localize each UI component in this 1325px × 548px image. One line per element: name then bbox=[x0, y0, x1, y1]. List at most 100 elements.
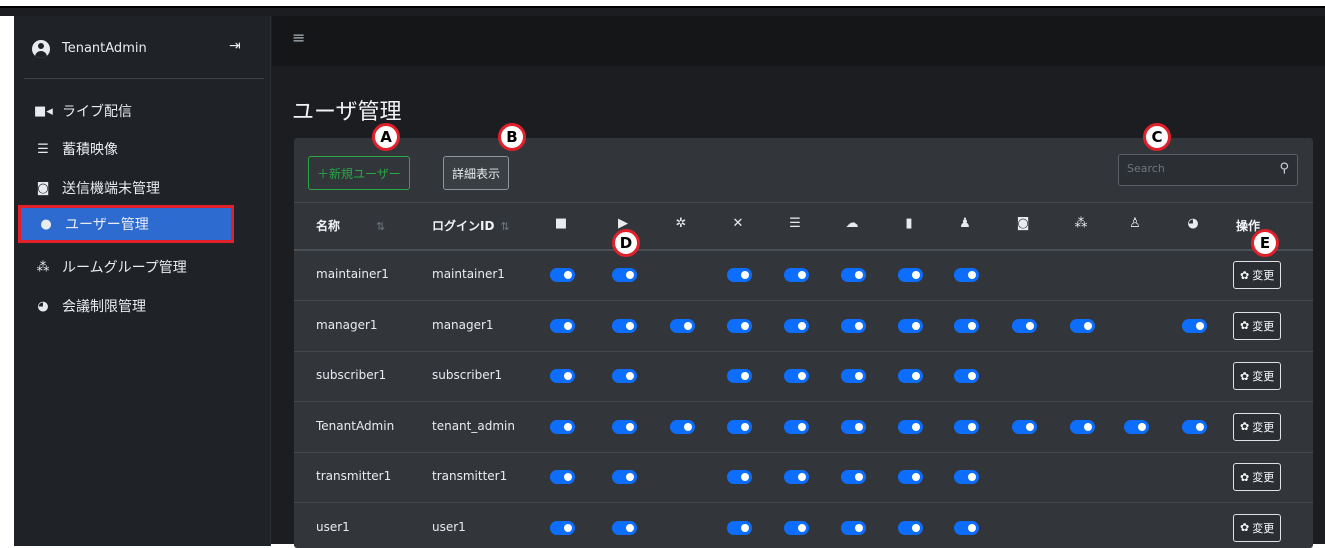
permission-toggle[interactable] bbox=[670, 420, 695, 434]
edit-button-label: 変更 bbox=[1252, 469, 1274, 485]
permission-toggle[interactable] bbox=[550, 470, 575, 484]
permission-toggle[interactable] bbox=[954, 470, 979, 484]
divider bbox=[24, 78, 264, 79]
login-id-cell: transmitter1 bbox=[432, 469, 507, 483]
permission-toggle[interactable] bbox=[1182, 319, 1207, 333]
annotation-marker: D bbox=[612, 229, 640, 257]
permission-toggle[interactable] bbox=[784, 268, 809, 282]
permission-toggle[interactable] bbox=[1124, 420, 1149, 434]
login-id-cell: user1 bbox=[432, 520, 466, 534]
permission-toggle[interactable] bbox=[954, 319, 979, 333]
user-bar: TenantAdmin ⇥ bbox=[14, 16, 271, 78]
permission-toggle[interactable] bbox=[898, 319, 923, 333]
permission-toggle[interactable] bbox=[898, 268, 923, 282]
permission-toggle[interactable] bbox=[954, 369, 979, 383]
permission-toggle[interactable] bbox=[841, 268, 866, 282]
permission-toggle[interactable] bbox=[612, 369, 637, 383]
permission-toggle[interactable] bbox=[727, 420, 752, 434]
permission-toggle[interactable] bbox=[612, 470, 637, 484]
permission-toggle[interactable] bbox=[612, 319, 637, 333]
permission-toggle[interactable] bbox=[841, 420, 866, 434]
permission-toggle[interactable] bbox=[841, 369, 866, 383]
detail-view-button[interactable]: 詳細表示 bbox=[443, 156, 509, 190]
permission-toggle[interactable] bbox=[727, 319, 752, 333]
page-title: ユーザ管理 bbox=[292, 94, 402, 126]
login-id-cell: manager1 bbox=[432, 318, 494, 332]
permission-toggle[interactable] bbox=[841, 521, 866, 535]
edit-button[interactable]: ✿変更 bbox=[1233, 413, 1281, 441]
edit-button-label: 変更 bbox=[1252, 318, 1274, 334]
table-row: user1user1✿変更 bbox=[294, 503, 1313, 548]
permission-toggle[interactable] bbox=[954, 420, 979, 434]
permission-toggle[interactable] bbox=[550, 420, 575, 434]
user-name-cell: maintainer1 bbox=[316, 267, 389, 281]
permission-toggle[interactable] bbox=[612, 521, 637, 535]
permission-toggle[interactable] bbox=[1070, 420, 1095, 434]
permission-toggle[interactable] bbox=[550, 268, 575, 282]
permission-toggle[interactable] bbox=[784, 470, 809, 484]
permission-toggle[interactable] bbox=[784, 319, 809, 333]
top-bar: ≡ bbox=[272, 16, 1325, 66]
permission-toggle[interactable] bbox=[841, 470, 866, 484]
permission-toggle[interactable] bbox=[898, 369, 923, 383]
sign-out-icon[interactable]: ⇥ bbox=[229, 38, 241, 54]
permission-toggle[interactable] bbox=[898, 521, 923, 535]
permission-toggle[interactable] bbox=[727, 268, 752, 282]
column-header-name[interactable]: 名称⇅ bbox=[316, 217, 385, 234]
edit-button[interactable]: ✿変更 bbox=[1233, 261, 1281, 289]
sidebar-item[interactable]: ⁂ルームグループ管理 bbox=[18, 248, 234, 286]
permission-toggle[interactable] bbox=[1012, 420, 1037, 434]
edit-button[interactable]: ✿変更 bbox=[1233, 514, 1281, 542]
permission-toggle[interactable] bbox=[612, 420, 637, 434]
permission-toggle[interactable] bbox=[612, 268, 637, 282]
permission-toggle[interactable] bbox=[670, 319, 695, 333]
permission-toggle[interactable] bbox=[1070, 319, 1095, 333]
permission-toggle[interactable] bbox=[784, 420, 809, 434]
permission-toggle[interactable] bbox=[727, 521, 752, 535]
permission-toggle[interactable] bbox=[550, 369, 575, 383]
permission-toggle[interactable] bbox=[784, 369, 809, 383]
comments-icon: ◕ bbox=[34, 299, 52, 314]
annotation-marker: E bbox=[1251, 229, 1279, 257]
edit-button[interactable]: ✿変更 bbox=[1233, 312, 1281, 340]
sidebar-item[interactable]: ☰蓄積映像 bbox=[18, 130, 234, 168]
sidebar-item[interactable]: ■◂ライブ配信 bbox=[18, 92, 234, 130]
annotation-marker: A bbox=[372, 123, 400, 151]
gear-icon: ✿ bbox=[1240, 521, 1249, 534]
camera-icon: ◙ bbox=[1014, 216, 1032, 231]
new-user-button[interactable]: ＋新規ユーザー bbox=[308, 156, 410, 190]
permission-toggle[interactable] bbox=[898, 420, 923, 434]
login-id-cell: tenant_admin bbox=[432, 419, 515, 433]
search-icon[interactable]: ⚲ bbox=[1279, 161, 1289, 176]
table-row: manager1manager1✿変更 bbox=[294, 301, 1313, 352]
permission-toggle[interactable] bbox=[954, 521, 979, 535]
user-icon: ♙ bbox=[1126, 216, 1144, 231]
sidebar-item[interactable]: ◕会議制限管理 bbox=[18, 287, 234, 325]
database-icon: ☰ bbox=[34, 142, 52, 157]
user-lock-icon: ♟ bbox=[956, 216, 974, 231]
hamburger-menu-icon[interactable]: ≡ bbox=[292, 28, 305, 47]
permission-toggle[interactable] bbox=[1012, 319, 1037, 333]
permission-toggle[interactable] bbox=[1182, 420, 1207, 434]
edit-button[interactable]: ✿変更 bbox=[1233, 463, 1281, 491]
permission-toggle[interactable] bbox=[784, 521, 809, 535]
permission-toggle[interactable] bbox=[841, 319, 866, 333]
permission-toggle[interactable] bbox=[550, 521, 575, 535]
table-row: subscriber1subscriber1✿変更 bbox=[294, 351, 1313, 402]
permission-toggle[interactable] bbox=[727, 369, 752, 383]
sidebar-item[interactable]: ●ユーザー管理 bbox=[18, 205, 234, 243]
permission-toggle[interactable] bbox=[550, 319, 575, 333]
search-input[interactable] bbox=[1125, 161, 1269, 176]
permission-toggle[interactable] bbox=[727, 470, 752, 484]
user-circle-icon bbox=[32, 40, 50, 58]
gear-icon: ✿ bbox=[1240, 471, 1249, 484]
permission-toggle[interactable] bbox=[954, 268, 979, 282]
column-header-login-id[interactable]: ログインID⇅ bbox=[432, 217, 510, 234]
sort-icon: ⇅ bbox=[376, 220, 385, 233]
app-frame: TenantAdmin ⇥ ■◂ライブ配信☰蓄積映像◙送信機端末管理●ユーザー管… bbox=[0, 6, 1325, 544]
edit-button-label: 変更 bbox=[1252, 267, 1274, 283]
edit-button[interactable]: ✿変更 bbox=[1233, 362, 1281, 390]
annotation-marker: B bbox=[498, 123, 526, 151]
permission-toggle[interactable] bbox=[898, 470, 923, 484]
sidebar-item[interactable]: ◙送信機端末管理 bbox=[18, 169, 234, 207]
